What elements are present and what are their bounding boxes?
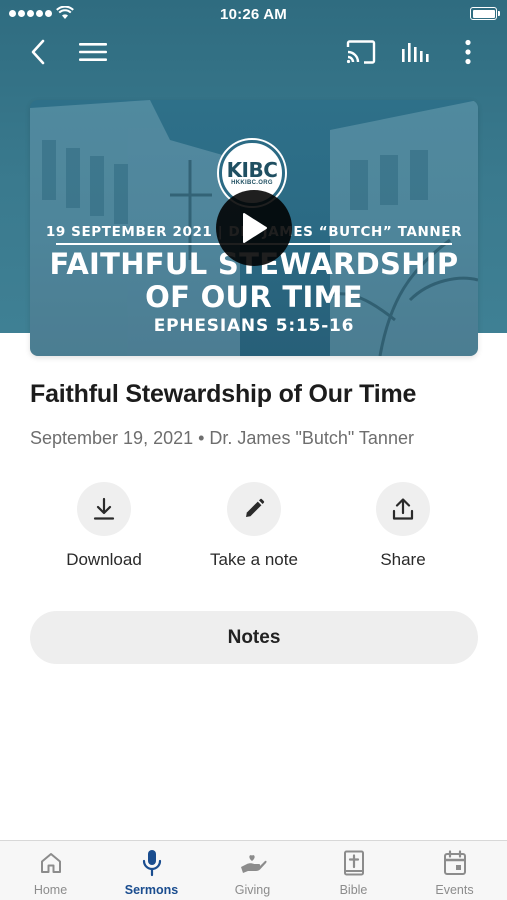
audio-bars-icon (402, 43, 429, 62)
take-note-button[interactable]: Take a note (179, 482, 329, 570)
home-icon (40, 853, 61, 873)
artwork-scripture-reference: EPHESIANS 5:15-16 (153, 316, 355, 336)
share-label: Share (380, 550, 426, 569)
tab-events[interactable]: Events (404, 849, 505, 897)
share-button[interactable]: Share (328, 482, 478, 570)
more-options-button[interactable] (450, 34, 486, 70)
share-icon (392, 498, 414, 520)
tab-giving[interactable]: Giving (202, 849, 303, 897)
sermon-title: Faithful Stewardship of Our Time (30, 380, 417, 408)
download-icon-circle (77, 482, 131, 536)
sermon-meta: September 19, 2021 • Dr. James "Butch" T… (30, 428, 414, 448)
hamburger-menu-icon (79, 43, 107, 61)
take-note-label: Take a note (210, 550, 298, 569)
back-button[interactable] (20, 34, 56, 70)
download-button[interactable]: Download (29, 482, 179, 570)
pencil-icon (246, 498, 265, 517)
tab-bar: Home Sermons Giving Bible Events (0, 840, 507, 900)
giving-hand-icon (240, 855, 267, 873)
more-vertical-icon (465, 39, 471, 65)
audio-button[interactable] (397, 34, 433, 70)
cast-icon (346, 40, 376, 64)
notes-button[interactable]: Notes (30, 611, 478, 664)
cast-button[interactable] (343, 34, 379, 70)
status-bar: 10:26 AM (0, 0, 507, 28)
battery-icon (470, 7, 500, 20)
tab-bible[interactable]: Bible (303, 849, 404, 897)
take-note-icon-circle (227, 482, 281, 536)
menu-button[interactable] (75, 34, 111, 70)
sermon-artwork: KIBC HKKIBC.ORG 19 SEPTEMBER 2021 | DR. … (30, 100, 478, 356)
tab-sermons[interactable]: Sermons (101, 849, 202, 897)
tab-home[interactable]: Home (0, 849, 101, 897)
download-icon (93, 497, 115, 520)
play-icon (243, 213, 267, 243)
microphone-icon (142, 850, 161, 877)
share-icon-circle (376, 482, 430, 536)
bible-icon (343, 850, 364, 876)
status-time: 10:26 AM (220, 6, 287, 23)
chevron-left-icon (31, 39, 45, 65)
download-label: Download (66, 550, 142, 569)
calendar-icon (443, 850, 466, 875)
play-button[interactable] (216, 190, 292, 266)
